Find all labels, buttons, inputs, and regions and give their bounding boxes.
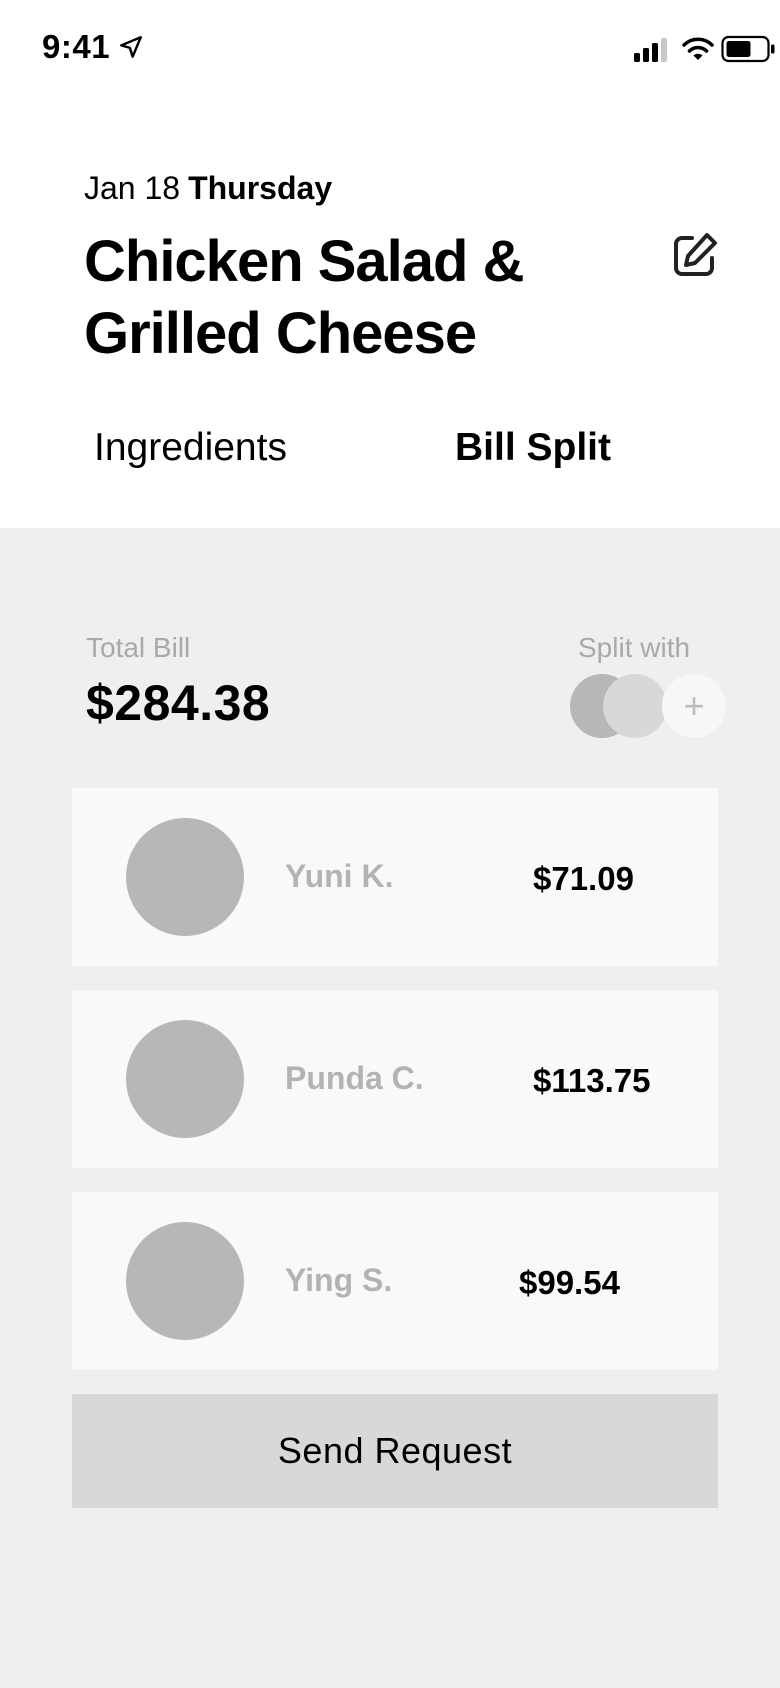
tab-ingredients[interactable]: Ingredients (94, 426, 287, 470)
send-request-button[interactable]: Send Request (72, 1394, 718, 1508)
total-bill-amount: $284.38 (86, 675, 271, 731)
location-arrow-icon (120, 36, 142, 58)
add-person-button[interactable]: + (662, 674, 726, 738)
page-title: Chicken Salad & Grilled Cheese (84, 229, 524, 366)
person-name: Yuni K. (285, 858, 394, 894)
weekday-text: Thursday (188, 170, 333, 206)
total-bill-label: Total Bill (86, 632, 191, 663)
cellular-signal-icon (634, 38, 667, 62)
status-bar: 9:41 (0, 0, 780, 96)
person-name: Punda C. (285, 1060, 424, 1096)
status-time: 9:41 (42, 28, 111, 65)
person-amount: $99.54 (519, 1264, 620, 1301)
person-row[interactable]: Yuni K. $71.09 (72, 788, 718, 966)
person-row[interactable]: Ying S. $99.54 (72, 1192, 718, 1370)
avatar (126, 1020, 244, 1138)
header-panel: 9:41 Jan 18 Thursday Chicken Salad & Gril… (0, 0, 780, 528)
tab-bill-split[interactable]: Bill Split (455, 426, 611, 470)
avatar (126, 818, 244, 936)
person-row[interactable]: Punda C. $113.75 (72, 990, 718, 1168)
avatar (126, 1222, 244, 1340)
edit-icon[interactable] (668, 230, 720, 282)
split-with-label: Split with (578, 632, 691, 663)
person-amount: $113.75 (533, 1062, 651, 1099)
wifi-icon (682, 37, 714, 60)
date-line: Jan 18 Thursday (84, 170, 332, 207)
person-name: Ying S. (285, 1262, 393, 1298)
split-avatar (603, 674, 667, 738)
battery-icon (721, 35, 775, 63)
date-text: Jan 18 (84, 170, 181, 206)
person-amount: $71.09 (533, 860, 634, 897)
